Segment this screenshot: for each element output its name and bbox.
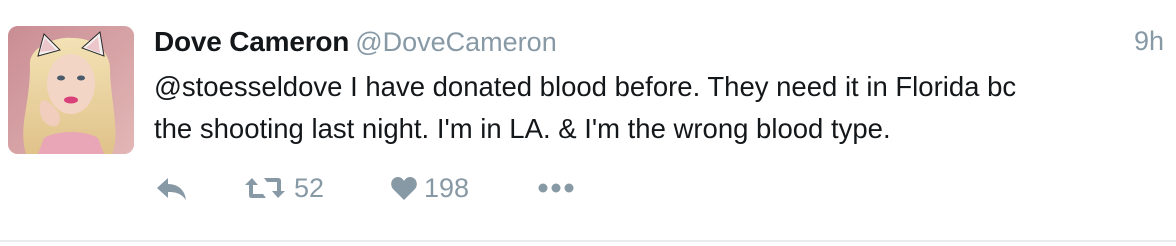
- more-icon: [538, 183, 574, 193]
- tweet-text-line: @stoesseldove I have donated blood befor…: [154, 71, 1017, 102]
- tweet-text-line: the shooting last night. I'm in LA. & I'…: [154, 113, 891, 144]
- like-button[interactable]: 198: [390, 170, 469, 206]
- reply-button[interactable]: [154, 170, 188, 206]
- retweet-button[interactable]: 52: [244, 170, 324, 206]
- tweet-header: Dove Cameron @DoveCameron: [154, 26, 1164, 62]
- retweet-icon: [245, 178, 285, 198]
- tweet-actions: 52 198: [154, 170, 754, 206]
- avatar[interactable]: [8, 26, 134, 154]
- like-count: 198: [424, 172, 470, 203]
- reply-icon: [157, 178, 186, 200]
- tweet-divider: [0, 240, 1176, 242]
- retweet-count: 52: [294, 172, 325, 203]
- tweet[interactable]: Dove Cameron @DoveCameron 9h @stoesseldov…: [0, 0, 1176, 240]
- tweet-text: @stoesseldove I have donated blood befor…: [154, 66, 1164, 150]
- heart-icon: [391, 177, 417, 200]
- profile-photo: [8, 26, 134, 154]
- more-button[interactable]: [538, 170, 574, 206]
- timestamp[interactable]: 9h: [1134, 26, 1164, 57]
- user-handle[interactable]: @DoveCameron: [355, 27, 557, 57]
- display-name[interactable]: Dove Cameron: [154, 26, 349, 57]
